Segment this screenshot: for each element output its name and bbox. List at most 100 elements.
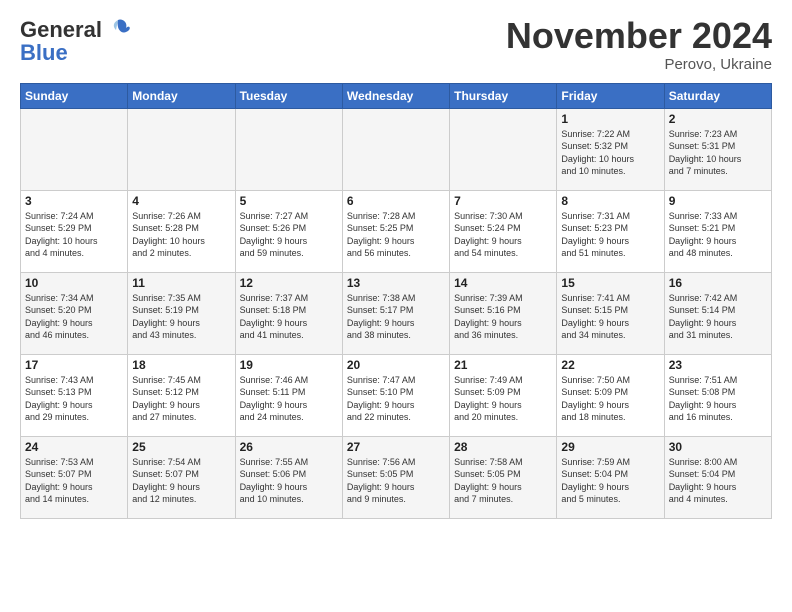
day-info: Sunrise: 7:41 AMSunset: 5:15 PMDaylight:… — [561, 292, 659, 342]
calendar-week-1: 1 Sunrise: 7:22 AMSunset: 5:32 PMDaylight… — [21, 108, 772, 190]
calendar-cell: 7 Sunrise: 7:30 AMSunset: 5:24 PMDaylight… — [450, 190, 557, 272]
col-saturday: Saturday — [664, 83, 771, 108]
calendar-cell: 29 Sunrise: 7:59 AMSunset: 5:04 PMDayligh… — [557, 436, 664, 518]
calendar-cell: 4Sunrise: 7:26 AMSunset: 5:28 PMDaylight… — [128, 190, 235, 272]
calendar-cell: 25 Sunrise: 7:54 AMSunset: 5:07 PMDayligh… — [128, 436, 235, 518]
day-number: 12 — [240, 276, 338, 290]
day-number: 6 — [347, 194, 445, 208]
calendar-cell: 27 Sunrise: 7:56 AMSunset: 5:05 PMDayligh… — [342, 436, 449, 518]
calendar-cell: 22 Sunrise: 7:50 AMSunset: 5:09 PMDayligh… — [557, 354, 664, 436]
calendar-cell: 14 Sunrise: 7:39 AMSunset: 5:16 PMDayligh… — [450, 272, 557, 354]
calendar-cell: 11 Sunrise: 7:35 AMSunset: 5:19 PMDayligh… — [128, 272, 235, 354]
day-info: Sunrise: 7:58 AMSunset: 5:05 PMDaylight:… — [454, 456, 552, 506]
day-number: 14 — [454, 276, 552, 290]
calendar-cell: 15 Sunrise: 7:41 AMSunset: 5:15 PMDayligh… — [557, 272, 664, 354]
calendar-cell: 3Sunrise: 7:24 AMSunset: 5:29 PMDaylight… — [21, 190, 128, 272]
calendar-cell: 2 Sunrise: 7:23 AMSunset: 5:31 PMDaylight… — [664, 108, 771, 190]
calendar-cell — [342, 108, 449, 190]
day-info: Sunrise: 7:31 AMSunset: 5:23 PMDaylight:… — [561, 210, 659, 260]
calendar-cell: 28 Sunrise: 7:58 AMSunset: 5:05 PMDayligh… — [450, 436, 557, 518]
day-number: 13 — [347, 276, 445, 290]
day-info: Sunrise: 7:34 AMSunset: 5:20 PMDaylight:… — [25, 292, 123, 342]
col-friday: Friday — [557, 83, 664, 108]
calendar-cell — [450, 108, 557, 190]
day-number: 21 — [454, 358, 552, 372]
day-info: Sunrise: 7:35 AMSunset: 5:19 PMDaylight:… — [132, 292, 230, 342]
calendar-cell: 20 Sunrise: 7:47 AMSunset: 5:10 PMDayligh… — [342, 354, 449, 436]
calendar-cell: 21 Sunrise: 7:49 AMSunset: 5:09 PMDayligh… — [450, 354, 557, 436]
day-info: Sunrise: 7:26 AMSunset: 5:28 PMDaylight:… — [132, 210, 230, 260]
col-thursday: Thursday — [450, 83, 557, 108]
calendar-cell: 9 Sunrise: 7:33 AMSunset: 5:21 PMDaylight… — [664, 190, 771, 272]
day-info: Sunrise: 7:46 AMSunset: 5:11 PMDaylight:… — [240, 374, 338, 424]
day-info: Sunrise: 7:53 AMSunset: 5:07 PMDaylight:… — [25, 456, 123, 506]
day-info: Sunrise: 7:39 AMSunset: 5:16 PMDaylight:… — [454, 292, 552, 342]
day-number: 29 — [561, 440, 659, 454]
day-number: 9 — [669, 194, 767, 208]
day-number: 7 — [454, 194, 552, 208]
title-block: November 2024 Perovo, Ukraine — [506, 16, 772, 73]
header-row: Sunday Monday Tuesday Wednesday Thursday… — [21, 83, 772, 108]
calendar-cell: 26 Sunrise: 7:55 AMSunset: 5:06 PMDayligh… — [235, 436, 342, 518]
day-number: 2 — [669, 112, 767, 126]
day-info: Sunrise: 7:42 AMSunset: 5:14 PMDaylight:… — [669, 292, 767, 342]
day-info: Sunrise: 7:54 AMSunset: 5:07 PMDaylight:… — [132, 456, 230, 506]
calendar-week-4: 17 Sunrise: 7:43 AMSunset: 5:13 PMDayligh… — [21, 354, 772, 436]
day-info: Sunrise: 7:30 AMSunset: 5:24 PMDaylight:… — [454, 210, 552, 260]
day-number: 8 — [561, 194, 659, 208]
calendar-cell: 12 Sunrise: 7:37 AMSunset: 5:18 PMDayligh… — [235, 272, 342, 354]
calendar-cell: 10Sunrise: 7:34 AMSunset: 5:20 PMDayligh… — [21, 272, 128, 354]
day-number: 20 — [347, 358, 445, 372]
day-number: 16 — [669, 276, 767, 290]
day-number: 18 — [132, 358, 230, 372]
calendar-week-5: 24 Sunrise: 7:53 AMSunset: 5:07 PMDayligh… — [21, 436, 772, 518]
day-info: Sunrise: 7:56 AMSunset: 5:05 PMDaylight:… — [347, 456, 445, 506]
day-number: 23 — [669, 358, 767, 372]
day-info: Sunrise: 7:33 AMSunset: 5:21 PMDaylight:… — [669, 210, 767, 260]
day-info: Sunrise: 7:51 AMSunset: 5:08 PMDaylight:… — [669, 374, 767, 424]
col-sunday: Sunday — [21, 83, 128, 108]
day-info: Sunrise: 7:49 AMSunset: 5:09 PMDaylight:… — [454, 374, 552, 424]
calendar-cell: 16 Sunrise: 7:42 AMSunset: 5:14 PMDayligh… — [664, 272, 771, 354]
day-info: Sunrise: 7:23 AMSunset: 5:31 PMDaylight:… — [669, 128, 767, 178]
day-number: 25 — [132, 440, 230, 454]
calendar-cell — [128, 108, 235, 190]
header: General Blue November 2024 Perovo, Ukrai… — [20, 16, 772, 73]
day-info: Sunrise: 7:27 AMSunset: 5:26 PMDaylight:… — [240, 210, 338, 260]
day-number: 11 — [132, 276, 230, 290]
day-info: Sunrise: 7:59 AMSunset: 5:04 PMDaylight:… — [561, 456, 659, 506]
day-number: 15 — [561, 276, 659, 290]
col-wednesday: Wednesday — [342, 83, 449, 108]
day-number: 24 — [25, 440, 123, 454]
day-number: 1 — [561, 112, 659, 126]
col-tuesday: Tuesday — [235, 83, 342, 108]
day-info: Sunrise: 7:47 AMSunset: 5:10 PMDaylight:… — [347, 374, 445, 424]
calendar-cell: 13Sunrise: 7:38 AMSunset: 5:17 PMDayligh… — [342, 272, 449, 354]
day-number: 30 — [669, 440, 767, 454]
col-monday: Monday — [128, 83, 235, 108]
location: Perovo, Ukraine — [506, 56, 772, 73]
calendar-cell: 18Sunrise: 7:45 AMSunset: 5:12 PMDayligh… — [128, 354, 235, 436]
day-info: Sunrise: 7:22 AMSunset: 5:32 PMDaylight:… — [561, 128, 659, 178]
calendar-cell: 19Sunrise: 7:46 AMSunset: 5:11 PMDayligh… — [235, 354, 342, 436]
calendar-table: Sunday Monday Tuesday Wednesday Thursday… — [20, 83, 772, 519]
day-number: 17 — [25, 358, 123, 372]
day-info: Sunrise: 7:55 AMSunset: 5:06 PMDaylight:… — [240, 456, 338, 506]
day-number: 27 — [347, 440, 445, 454]
calendar-cell — [235, 108, 342, 190]
calendar-cell: 8 Sunrise: 7:31 AMSunset: 5:23 PMDaylight… — [557, 190, 664, 272]
day-info: Sunrise: 7:43 AMSunset: 5:13 PMDaylight:… — [25, 374, 123, 424]
calendar-cell: 1 Sunrise: 7:22 AMSunset: 5:32 PMDaylight… — [557, 108, 664, 190]
calendar-cell: 24 Sunrise: 7:53 AMSunset: 5:07 PMDayligh… — [21, 436, 128, 518]
calendar-cell: 30Sunrise: 8:00 AMSunset: 5:04 PMDayligh… — [664, 436, 771, 518]
calendar-cell — [21, 108, 128, 190]
day-number: 22 — [561, 358, 659, 372]
day-number: 26 — [240, 440, 338, 454]
day-info: Sunrise: 7:37 AMSunset: 5:18 PMDaylight:… — [240, 292, 338, 342]
day-number: 28 — [454, 440, 552, 454]
calendar-cell: 17 Sunrise: 7:43 AMSunset: 5:13 PMDayligh… — [21, 354, 128, 436]
day-info: Sunrise: 7:50 AMSunset: 5:09 PMDaylight:… — [561, 374, 659, 424]
logo: General Blue — [20, 16, 132, 66]
calendar-week-3: 10Sunrise: 7:34 AMSunset: 5:20 PMDayligh… — [21, 272, 772, 354]
logo-bird-icon — [104, 16, 132, 44]
